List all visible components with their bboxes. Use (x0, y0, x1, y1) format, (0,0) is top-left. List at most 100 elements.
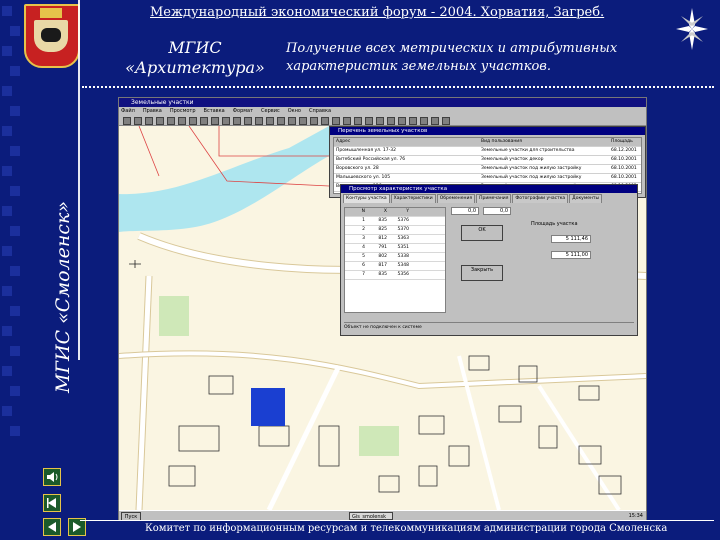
table-cell: 812 (378, 236, 387, 241)
table-row[interactable]: 3 812 5363 (345, 235, 445, 244)
decorative-square (10, 146, 20, 156)
decorative-square (2, 166, 12, 176)
table-row[interactable]: 1 835 5376 (345, 217, 445, 226)
field-y[interactable]: 0,0 (483, 207, 511, 215)
tab[interactable]: Примечания (476, 194, 512, 203)
decorative-square (10, 426, 20, 436)
decorative-square (2, 286, 12, 296)
coordinates-table[interactable]: N X Y 1 835 5376 2 825 5370 3 812 5363 4 791 5351 5 802 5… (344, 207, 446, 313)
toolbar-button-icon[interactable] (266, 117, 274, 125)
table-row[interactable]: 4 791 5351 (345, 244, 445, 253)
decorative-square (10, 306, 20, 316)
status-text: Объект не подключен к системе (344, 322, 634, 332)
compass-rose-icon (676, 8, 708, 50)
tab[interactable]: Фотографии участка (512, 194, 569, 203)
menu-item[interactable]: Сервис (261, 108, 280, 114)
table-row[interactable]: Воровского ул. 28 Земельный участок под ж… (334, 165, 641, 174)
area-value-2[interactable]: 5 111,00 (551, 251, 591, 259)
toolbar-button-icon[interactable] (255, 117, 263, 125)
toolbar-button-icon[interactable] (189, 117, 197, 125)
table-cell: 5 (362, 254, 365, 259)
table-cell: 5370 (397, 227, 409, 232)
table-row[interactable]: Витебский Российская ул. 76 Земельный уча… (334, 156, 641, 165)
toolbar-button-icon[interactable] (442, 117, 450, 125)
menu-item[interactable]: Правка (143, 108, 162, 114)
toolbar-button-icon[interactable] (376, 117, 384, 125)
field-x[interactable]: 0,0 (451, 207, 479, 215)
table-row[interactable]: Малышевского ул. 105 Земельный участок по… (334, 174, 641, 183)
table-cell: 68.10.2001 (611, 157, 637, 162)
toolbar-button-icon[interactable] (211, 117, 219, 125)
column-header[interactable]: Адрес (334, 138, 481, 146)
toolbar-button-icon[interactable] (343, 117, 351, 125)
toolbar-button-icon[interactable] (200, 117, 208, 125)
toolbar-button-icon[interactable] (365, 117, 373, 125)
decorative-square (2, 6, 12, 16)
decorative-square (2, 46, 12, 56)
toolbar-button-icon[interactable] (398, 117, 406, 125)
toolbar-button-icon[interactable] (222, 117, 230, 125)
toolbar-button-icon[interactable] (321, 117, 329, 125)
toolbar-button-icon[interactable] (233, 117, 241, 125)
toolbar-button-icon[interactable] (145, 117, 153, 125)
toolbar-button-icon[interactable] (354, 117, 362, 125)
menu-item[interactable]: Файл (121, 108, 135, 114)
decorative-square (2, 246, 12, 256)
first-slide-icon[interactable] (43, 494, 61, 512)
toolbar-button-icon[interactable] (409, 117, 417, 125)
ok-button[interactable]: OK (461, 225, 503, 241)
decorative-square (2, 126, 12, 136)
coat-of-arms-icon (24, 4, 80, 68)
toolbar-button-icon[interactable] (134, 117, 142, 125)
table-row[interactable]: 2 825 5370 (345, 226, 445, 235)
table-row[interactable]: 6 817 5348 (345, 262, 445, 271)
toolbar-button-icon[interactable] (277, 117, 285, 125)
parcel-detail-dialog: Просмотр характеристик участка Контуры у… (340, 184, 638, 336)
tab[interactable]: Контуры участка (343, 194, 390, 203)
prev-slide-icon[interactable] (43, 518, 61, 536)
table-cell: 6 (362, 263, 365, 268)
menu-item[interactable]: Вставка (204, 108, 225, 114)
toolbar-button-icon[interactable] (156, 117, 164, 125)
area-value[interactable]: 5 111,46 (551, 235, 591, 243)
toolbar-button-icon[interactable] (123, 117, 131, 125)
table-row[interactable]: 7 835 5356 (345, 271, 445, 280)
table-cell: Земельный участок под жилую застройку (481, 175, 582, 180)
toolbar-button-icon[interactable] (310, 117, 318, 125)
sound-icon[interactable] (43, 468, 61, 486)
decorative-square (10, 186, 20, 196)
column-header[interactable]: Вид пользования (481, 138, 611, 146)
tab[interactable]: Характеристики (390, 194, 436, 203)
table-cell: 1 (362, 218, 365, 223)
table-cell: 68.12.2001 (611, 148, 637, 153)
menu-item[interactable]: Окно (288, 108, 301, 114)
toolbar-button-icon[interactable] (387, 117, 395, 125)
table-cell: 817 (378, 263, 387, 268)
table-row[interactable]: 5 802 5338 (345, 253, 445, 262)
column-header: X (383, 209, 387, 214)
menu-item[interactable]: Просмотр (170, 108, 196, 114)
toolbar-button-icon[interactable] (288, 117, 296, 125)
app-toolbar (119, 115, 646, 126)
toolbar-button-icon[interactable] (244, 117, 252, 125)
vertical-title: МГИС «Смоленск» (52, 200, 74, 393)
toolbar-button-icon[interactable] (178, 117, 186, 125)
decorative-square (2, 406, 12, 416)
table-cell: 68.10.2001 (611, 166, 637, 171)
dotted-divider (82, 86, 714, 92)
menu-item[interactable]: Формат (233, 108, 253, 114)
tab[interactable]: Документы (569, 194, 603, 203)
toolbar-button-icon[interactable] (431, 117, 439, 125)
toolbar-button-icon[interactable] (332, 117, 340, 125)
taskbar-item[interactable]: Gis_smolensk (349, 512, 393, 520)
toolbar-button-icon[interactable] (420, 117, 428, 125)
toolbar-button-icon[interactable] (299, 117, 307, 125)
table-cell: 68.10.2001 (611, 175, 637, 180)
menu-item[interactable]: Справка (309, 108, 331, 114)
parcel-list-header: Адрес Вид пользования Площадь (334, 138, 641, 147)
table-row[interactable]: Промышленная ул. 17-32 Земельные участки … (334, 147, 641, 156)
tab[interactable]: Обременения (436, 194, 476, 203)
close-button[interactable]: Закрыть (461, 265, 503, 281)
toolbar-button-icon[interactable] (167, 117, 175, 125)
column-header[interactable]: Площадь (611, 138, 641, 146)
